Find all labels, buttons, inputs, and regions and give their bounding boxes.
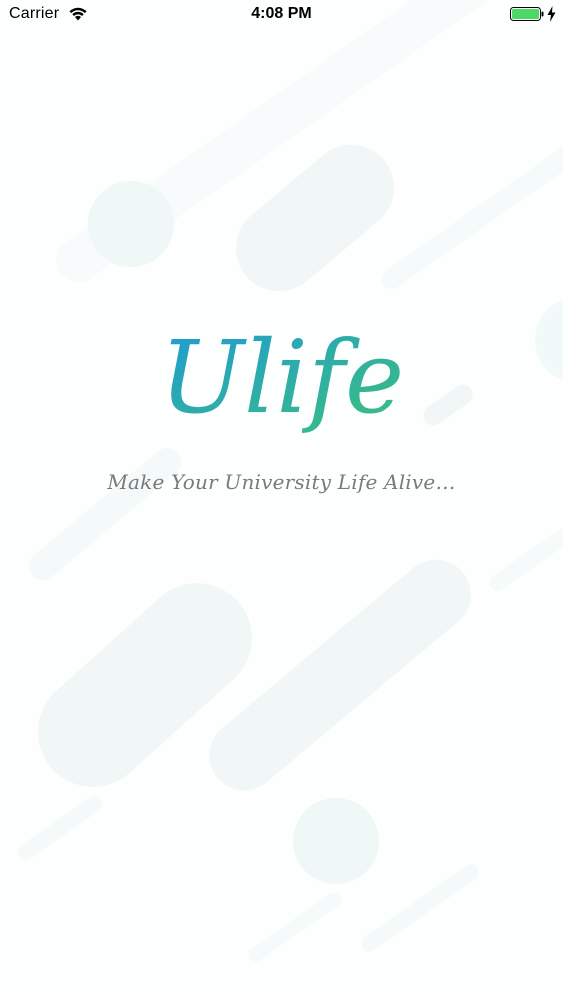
ulife-wordmark: Ulife [162, 319, 402, 436]
app-logo: Ulife [0, 300, 563, 440]
decor-pill [194, 545, 486, 805]
clock-time: 4:08 PM [251, 5, 312, 22]
decor-pill [486, 512, 563, 594]
charging-bolt-icon [547, 6, 556, 22]
decor-pill [377, 127, 563, 293]
decor-pill [23, 442, 187, 586]
tagline: Make Your University Life Alive… [107, 470, 456, 494]
decor-circle [88, 181, 174, 267]
battery-icon [510, 7, 544, 21]
decor-circle [293, 798, 379, 884]
decor-pill [245, 889, 345, 965]
decor-pill [358, 861, 482, 955]
status-bar: Carrier 4:08 PM [0, 0, 563, 30]
decor-pill [14, 792, 106, 864]
splash-screen: Carrier 4:08 PM Ulife Make Your Universi… [0, 0, 563, 1000]
logo-text: Ulife [162, 319, 402, 436]
